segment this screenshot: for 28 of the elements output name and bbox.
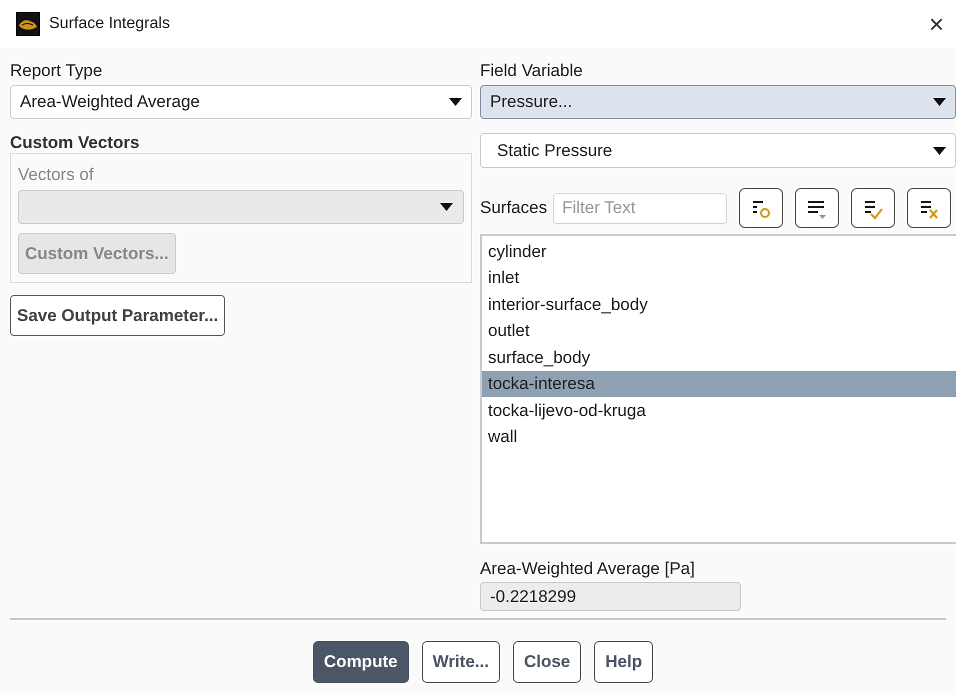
field-variable-dropdown[interactable]: Pressure...: [480, 85, 956, 119]
surface-tool-button[interactable]: [907, 188, 952, 228]
surface-tool-button[interactable]: [739, 188, 784, 228]
dropdown-arrow-icon: [933, 98, 946, 106]
dialog-button[interactable]: Write...: [422, 641, 500, 683]
dropdown-arrow-icon: [933, 146, 946, 154]
field-label: Surfaces: [480, 197, 548, 220]
dialog-button[interactable]: Help: [594, 641, 654, 683]
field-label: Vectors of: [18, 164, 95, 184]
app-logo-icon: [16, 12, 40, 36]
field-label: Field Variable: [480, 60, 584, 80]
dialog-button[interactable]: Compute: [312, 641, 409, 683]
dialog-button[interactable]: Close: [512, 641, 582, 683]
report-type-dropdown[interactable]: Area-Weighted Average: [10, 85, 472, 119]
result-label: Area-Weighted Average [Pa]: [480, 558, 696, 578]
quantity-dropdown[interactable]: Static Pressure: [480, 133, 956, 168]
surface-tool-button[interactable]: [851, 188, 896, 228]
window-title: Surface Integrals: [49, 14, 170, 34]
surface-list-item[interactable]: tocka-interesa: [482, 370, 956, 397]
save-output-parameter-button[interactable]: Save Output Parameter...: [10, 295, 226, 336]
result-field: -0.2218299: [480, 582, 741, 611]
surface-tool-button[interactable]: [795, 188, 840, 228]
filter-field[interactable]: Filter Text: [553, 192, 728, 224]
section-heading: Custom Vectors: [10, 132, 140, 152]
dropdown-arrow-icon: [440, 203, 453, 211]
close-button[interactable]: ×: [924, 11, 948, 37]
field-label: Report Type: [10, 60, 104, 80]
dropdown-arrow-icon: [449, 98, 462, 106]
